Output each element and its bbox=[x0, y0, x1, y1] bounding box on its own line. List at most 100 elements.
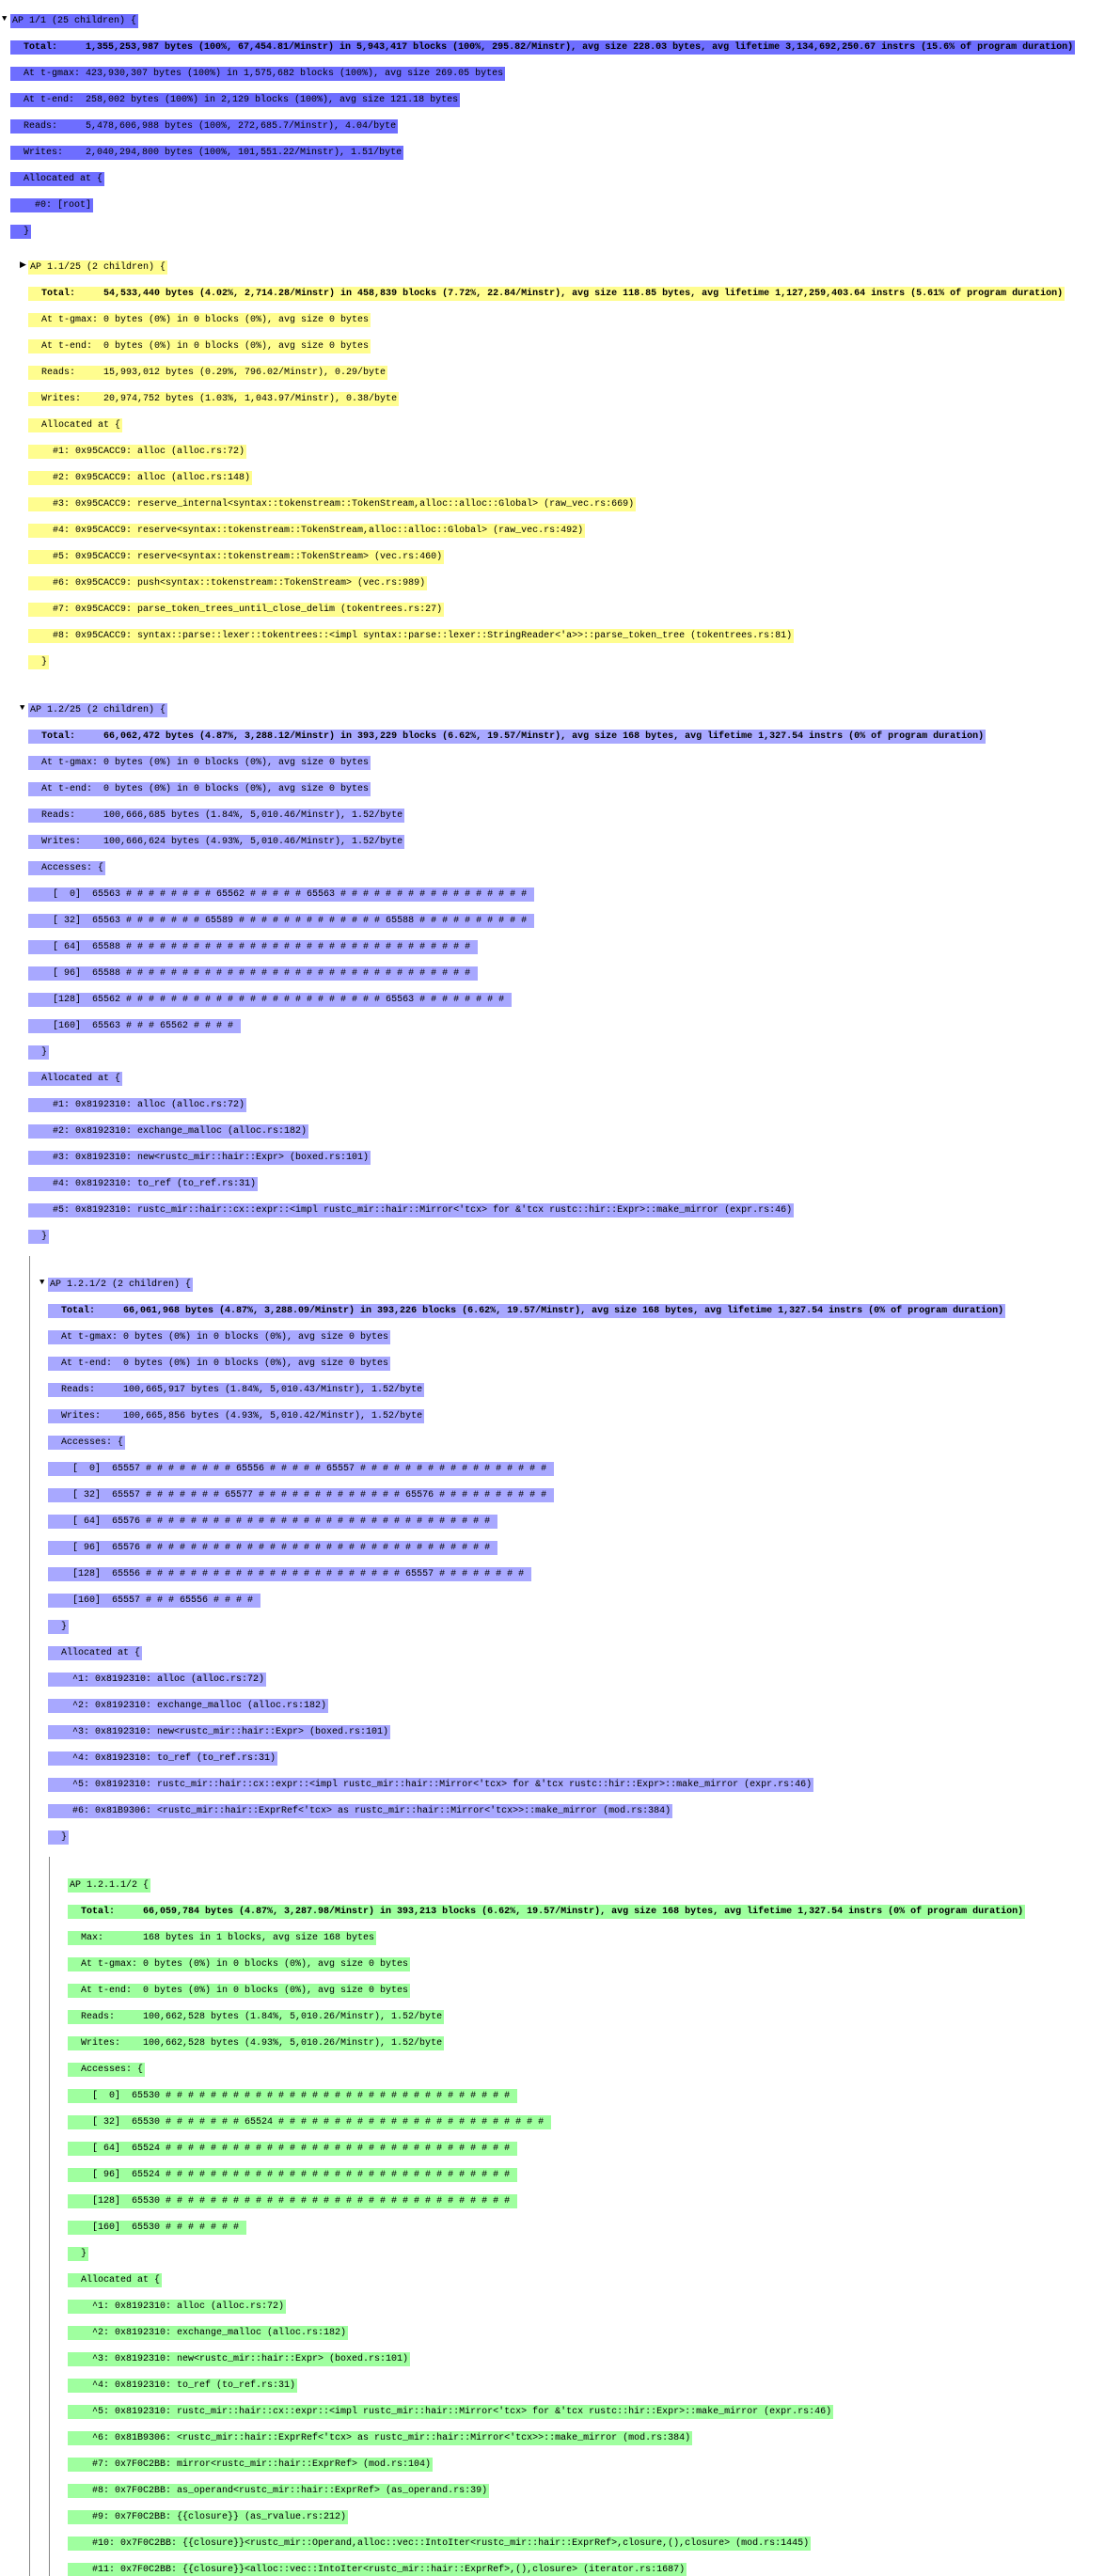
access-row: [ 32] 65530 # # # # # # # 65524 # # # # … bbox=[68, 2115, 551, 2129]
access-row: [128] 65562 # # # # # # # # # # # # # # … bbox=[28, 993, 512, 1007]
frame-line: #4: 0x95CACC9: reserve<syntax::tokenstre… bbox=[28, 524, 585, 538]
access-row: [ 32] 65563 # # # # # # # 65589 # # # # … bbox=[28, 914, 534, 928]
writes-line: Writes: 20,974,752 bytes (1.03%, 1,043.9… bbox=[28, 392, 399, 406]
frame-line: #4: 0x8192310: to_ref (to_ref.rs:31) bbox=[28, 1177, 258, 1191]
ap-1-2-1[interactable]: ▼AP 1.2.1/2 (2 children) { Total: 66,061… bbox=[39, 1265, 1103, 1857]
tgmax-line: At t-gmax: 0 bytes (0%) in 0 blocks (0%)… bbox=[68, 1957, 410, 1971]
frame-line: ^4: 0x8192310: to_ref (to_ref.rs:31) bbox=[68, 2379, 297, 2393]
accesses-open: Accesses: { bbox=[48, 1436, 125, 1450]
access-row: [160] 65563 # # # 65562 # # # # bbox=[28, 1019, 241, 1033]
frame-line: #1: 0x8192310: alloc (alloc.rs:72) bbox=[28, 1098, 246, 1112]
total-line: Total: 66,059,784 bytes (4.87%, 3,287.98… bbox=[68, 1905, 1025, 1919]
ap-header: AP 1.2.1.1/2 { bbox=[68, 1878, 150, 1893]
access-row: [160] 65530 # # # # # # # bbox=[68, 2221, 246, 2235]
tend-line: At t-end: 0 bytes (0%) in 0 blocks (0%),… bbox=[48, 1357, 390, 1371]
frame-line: #7: 0x95CACC9: parse_token_trees_until_c… bbox=[28, 603, 444, 617]
tend-line: At t-end: 0 bytes (0%) in 0 blocks (0%),… bbox=[28, 782, 371, 796]
access-row: [ 0] 65557 # # # # # # # # 65556 # # # #… bbox=[48, 1462, 554, 1476]
writes-line: Writes: 100,666,624 bytes (4.93%, 5,010.… bbox=[28, 835, 404, 849]
accesses-close: } bbox=[28, 1045, 49, 1060]
tgmax-line: At t-gmax: 0 bytes (0%) in 0 blocks (0%)… bbox=[28, 313, 371, 327]
frame-line: ^4: 0x8192310: to_ref (to_ref.rs:31) bbox=[48, 1751, 277, 1766]
frame-line: ^2: 0x8192310: exchange_malloc (alloc.rs… bbox=[68, 2326, 348, 2340]
frame-line: #2: 0x8192310: exchange_malloc (alloc.rs… bbox=[28, 1124, 308, 1139]
tend-line: At t-end: 258,002 bytes (100%) in 2,129 … bbox=[10, 93, 460, 107]
alloc-close: } bbox=[28, 655, 49, 669]
access-row: [ 96] 65524 # # # # # # # # # # # # # # … bbox=[68, 2168, 517, 2182]
access-row: [ 64] 65576 # # # # # # # # # # # # # # … bbox=[48, 1515, 497, 1529]
frame-line: #7: 0x7F0C2BB: mirror<rustc_mir::hair::E… bbox=[68, 2458, 433, 2472]
frame-line: #3: 0x8192310: new<rustc_mir::hair::Expr… bbox=[28, 1151, 371, 1165]
frame-line: #9: 0x7F0C2BB: {{closure}} (as_rvalue.rs… bbox=[68, 2510, 348, 2524]
frame-line: #5: 0x95CACC9: reserve<syntax::tokenstre… bbox=[28, 550, 444, 564]
root-frame: #0: [root] bbox=[10, 198, 93, 212]
ap-header: AP 1.1/25 (2 children) { bbox=[28, 260, 167, 275]
frame-line: ^5: 0x8192310: rustc_mir::hair::cx::expr… bbox=[48, 1778, 813, 1792]
tgmax-line: At t-gmax: 423,930,307 bytes (100%) in 1… bbox=[10, 67, 505, 81]
access-row: [ 96] 65576 # # # # # # # # # # # # # # … bbox=[48, 1541, 497, 1555]
access-row: [128] 65530 # # # # # # # # # # # # # # … bbox=[68, 2194, 517, 2208]
total-line: Total: 1,355,253,987 bytes (100%, 67,454… bbox=[10, 40, 1075, 55]
frame-line: ^1: 0x8192310: alloc (alloc.rs:72) bbox=[68, 2300, 286, 2314]
alloc-open: Allocated at { bbox=[10, 172, 104, 186]
frame-line: #11: 0x7F0C2BB: {{closure}}<alloc::vec::… bbox=[68, 2563, 687, 2576]
frame-line: ^2: 0x8192310: exchange_malloc (alloc.rs… bbox=[48, 1699, 328, 1713]
total-line: Total: 54,533,440 bytes (4.02%, 2,714.28… bbox=[28, 287, 1065, 301]
ap-header: AP 1.2/25 (2 children) { bbox=[28, 703, 167, 717]
frame-line: ^3: 0x8192310: new<rustc_mir::hair::Expr… bbox=[48, 1725, 390, 1739]
accesses-close: } bbox=[68, 2247, 88, 2261]
alloc-close: } bbox=[28, 1230, 49, 1244]
alloc-close: } bbox=[48, 1830, 69, 1845]
frame-line: ^6: 0x81B9306: <rustc_mir::hair::ExprRef… bbox=[68, 2431, 692, 2445]
max-line: Max: 168 bytes in 1 blocks, avg size 168… bbox=[68, 1931, 376, 1945]
ap-1-1[interactable]: ▶AP 1.1/25 (2 children) { Total: 54,533,… bbox=[20, 248, 1103, 682]
reads-line: Reads: 100,662,528 bytes (1.84%, 5,010.2… bbox=[68, 2010, 444, 2024]
writes-line: Writes: 2,040,294,800 bytes (100%, 101,5… bbox=[10, 146, 403, 160]
access-row: [ 32] 65557 # # # # # # # 65577 # # # # … bbox=[48, 1488, 554, 1502]
tgmax-line: At t-gmax: 0 bytes (0%) in 0 blocks (0%)… bbox=[48, 1330, 390, 1344]
ap-header: AP 1/1 (25 children) { bbox=[10, 14, 138, 28]
toggle-icon[interactable]: ▶ bbox=[20, 260, 28, 272]
toggle-icon[interactable]: ▼ bbox=[39, 1278, 48, 1289]
accesses-close: } bbox=[48, 1620, 69, 1634]
frame-line: ^3: 0x8192310: new<rustc_mir::hair::Expr… bbox=[68, 2352, 410, 2366]
ap-1-2[interactable]: ▼AP 1.2/25 (2 children) { Total: 66,062,… bbox=[20, 691, 1103, 1256]
ap-1-root[interactable]: ▼AP 1/1 (25 children) { Total: 1,355,253… bbox=[2, 2, 1103, 239]
tend-line: At t-end: 0 bytes (0%) in 0 blocks (0%),… bbox=[68, 1984, 410, 1998]
ap-1-2-1-1[interactable]: AP 1.2.1.1/2 { Total: 66,059,784 bytes (… bbox=[59, 1866, 1103, 2576]
access-row: [ 64] 65524 # # # # # # # # # # # # # # … bbox=[68, 2142, 517, 2156]
alloc-open: Allocated at { bbox=[28, 418, 122, 432]
tend-line: At t-end: 0 bytes (0%) in 0 blocks (0%),… bbox=[28, 339, 371, 353]
access-row: [ 96] 65588 # # # # # # # # # # # # # # … bbox=[28, 966, 478, 981]
frame-line: ^1: 0x8192310: alloc (alloc.rs:72) bbox=[48, 1673, 266, 1687]
alloc-close: } bbox=[10, 225, 31, 239]
total-line: Total: 66,062,472 bytes (4.87%, 3,288.12… bbox=[28, 730, 986, 744]
frame-line: #10: 0x7F0C2BB: {{closure}}<rustc_mir::O… bbox=[68, 2537, 811, 2551]
tgmax-line: At t-gmax: 0 bytes (0%) in 0 blocks (0%)… bbox=[28, 756, 371, 770]
frame-line: ^5: 0x8192310: rustc_mir::hair::cx::expr… bbox=[68, 2405, 833, 2419]
reads-line: Reads: 15,993,012 bytes (0.29%, 796.02/M… bbox=[28, 366, 387, 380]
ap-header: AP 1.2.1/2 (2 children) { bbox=[48, 1278, 193, 1292]
alloc-open: Allocated at { bbox=[68, 2273, 162, 2287]
writes-line: Writes: 100,665,856 bytes (4.93%, 5,010.… bbox=[48, 1409, 424, 1423]
access-row: [ 0] 65530 # # # # # # # # # # # # # # #… bbox=[68, 2089, 517, 2103]
frame-line: #5: 0x8192310: rustc_mir::hair::cx::expr… bbox=[28, 1203, 794, 1217]
access-row: [160] 65557 # # # 65556 # # # # bbox=[48, 1594, 260, 1608]
toggle-icon[interactable]: ▼ bbox=[20, 703, 28, 715]
frame-line: #8: 0x7F0C2BB: as_operand<rustc_mir::hai… bbox=[68, 2484, 489, 2498]
access-row: [ 0] 65563 # # # # # # # # 65562 # # # #… bbox=[28, 887, 534, 902]
reads-line: Reads: 100,665,917 bytes (1.84%, 5,010.4… bbox=[48, 1383, 424, 1397]
access-row: [128] 65556 # # # # # # # # # # # # # # … bbox=[48, 1567, 531, 1581]
total-line: Total: 66,061,968 bytes (4.87%, 3,288.09… bbox=[48, 1304, 1005, 1318]
alloc-open: Allocated at { bbox=[48, 1646, 142, 1660]
toggle-icon[interactable]: ▼ bbox=[2, 14, 10, 25]
alloc-open: Allocated at { bbox=[28, 1072, 122, 1086]
frame-line: #6: 0x95CACC9: push<syntax::tokenstream:… bbox=[28, 576, 427, 590]
accesses-open: Accesses: { bbox=[68, 2063, 145, 2077]
frame-line: #2: 0x95CACC9: alloc (alloc.rs:148) bbox=[28, 471, 252, 485]
accesses-open: Accesses: { bbox=[28, 861, 105, 875]
access-row: [ 64] 65588 # # # # # # # # # # # # # # … bbox=[28, 940, 478, 954]
frame-line: #8: 0x95CACC9: syntax::parse::lexer::tok… bbox=[28, 629, 794, 643]
frame-line: #3: 0x95CACC9: reserve_internal<syntax::… bbox=[28, 497, 636, 511]
frame-line: #1: 0x95CACC9: alloc (alloc.rs:72) bbox=[28, 445, 246, 459]
